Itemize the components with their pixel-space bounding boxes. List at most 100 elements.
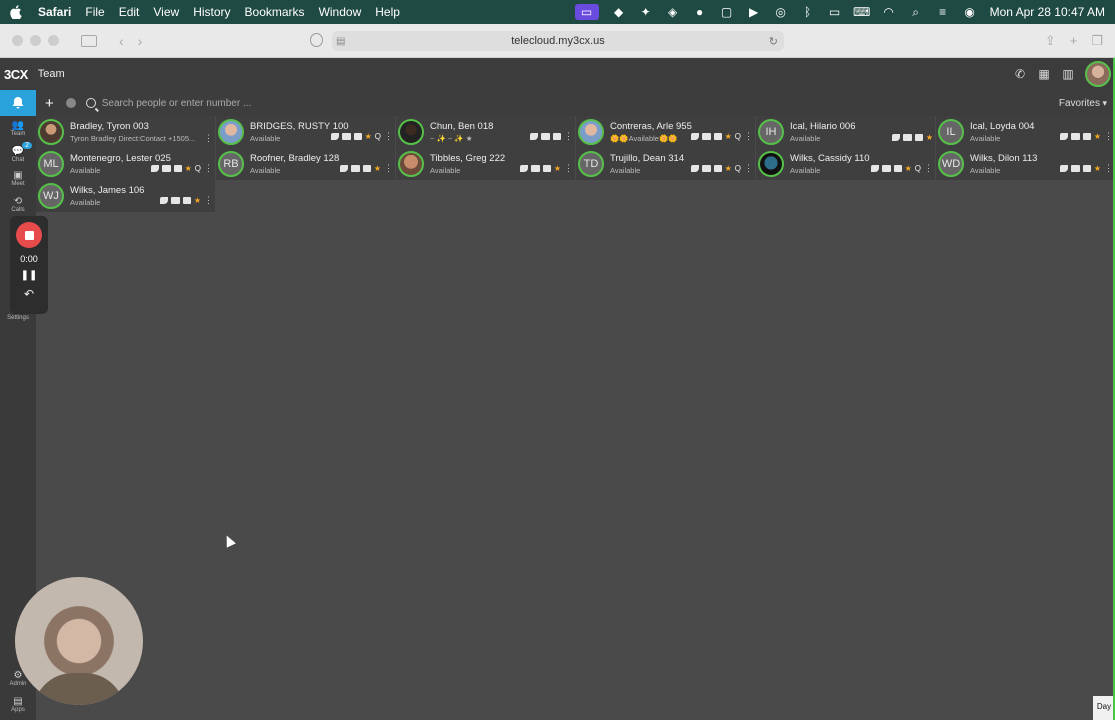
dropbox-icon[interactable]: ◆ — [612, 5, 626, 19]
rail-item-meet[interactable]: ▣ Meet — [0, 170, 36, 187]
menu-file[interactable]: File — [85, 5, 104, 19]
day-button[interactable]: Day — [1093, 696, 1115, 720]
call-icon[interactable] — [519, 165, 528, 172]
video-icon[interactable] — [881, 165, 891, 172]
contact-card[interactable]: Tibbles, Greg 222 Available ★ ⋮ — [396, 148, 575, 180]
call-icon[interactable] — [150, 165, 159, 172]
rail-item-team[interactable]: 👥 Team — [0, 120, 36, 137]
keyboard-icon[interactable]: ⌨ — [853, 5, 870, 19]
call-icon[interactable] — [870, 165, 879, 172]
pause-icon[interactable]: ❚❚ — [21, 270, 38, 281]
call-icon[interactable] — [690, 165, 699, 172]
video-icon[interactable] — [530, 165, 540, 172]
close-window-button[interactable] — [12, 35, 23, 46]
search-input[interactable] — [101, 97, 702, 109]
chat-icon[interactable] — [173, 165, 182, 172]
qr-code-icon[interactable]: ▦ — [1037, 67, 1051, 81]
webcam-overlay[interactable] — [15, 577, 143, 705]
rail-item-apps[interactable]: ▤ Apps — [0, 696, 36, 713]
video-icon[interactable] — [701, 133, 711, 140]
app-menu-safari[interactable]: Safari — [38, 5, 71, 19]
zoom-window-button[interactable] — [48, 35, 59, 46]
contact-card[interactable]: ML Montenegro, Lester 025 Available ★ Q ⋮ — [36, 148, 215, 180]
extension-icon[interactable]: ✦ — [639, 5, 653, 19]
contact-card[interactable]: Wilks, Cassidy 110 Available ★ Q ⋮ — [756, 148, 935, 180]
queue-icon[interactable]: Q — [735, 132, 741, 141]
display-icon[interactable]: ▢ — [720, 5, 734, 19]
menu-bookmarks[interactable]: Bookmarks — [245, 5, 305, 19]
call-icon[interactable] — [891, 134, 900, 141]
favorites-filter-dropdown[interactable]: Favorites — [1059, 98, 1107, 109]
favorite-star-icon[interactable]: ★ — [725, 164, 732, 173]
phone-icon[interactable]: ✆ — [1013, 67, 1027, 81]
contact-card[interactable]: WD Wilks, Dilon 113 Available ★ ⋮ — [936, 148, 1115, 180]
video-icon[interactable] — [341, 133, 351, 140]
video-icon[interactable] — [350, 165, 360, 172]
back-arrow-icon[interactable]: ‹ — [119, 33, 124, 49]
favorite-star-icon[interactable]: ★ — [905, 164, 912, 173]
chat-icon[interactable] — [1082, 165, 1091, 172]
more-options-icon[interactable]: ⋮ — [204, 133, 213, 144]
stop-recording-button[interactable] — [16, 222, 42, 248]
chat-icon[interactable] — [713, 133, 722, 140]
spotlight-search-icon[interactable]: ⌕ — [909, 5, 923, 19]
call-icon[interactable] — [1059, 133, 1068, 140]
play-icon[interactable]: ▶ — [747, 5, 761, 19]
more-options-icon[interactable]: ⋮ — [1104, 131, 1113, 142]
more-options-icon[interactable]: ⋮ — [564, 163, 573, 174]
new-tab-icon[interactable]: + — [1070, 33, 1078, 49]
call-icon[interactable] — [530, 133, 538, 140]
page-settings-icon[interactable]: ▤ — [336, 36, 345, 47]
forward-arrow-icon[interactable]: › — [138, 33, 143, 49]
queue-icon[interactable]: Q — [915, 164, 921, 173]
minimize-window-button[interactable] — [30, 35, 41, 46]
contact-card[interactable]: Bradley, Tyron 003 Tyron Bradley Direct:C… — [36, 116, 215, 148]
more-options-icon[interactable]: ⋮ — [384, 131, 393, 142]
battery-icon[interactable]: ▭ — [828, 5, 842, 19]
wifi-icon[interactable]: ◠ — [882, 5, 896, 19]
video-icon[interactable] — [1070, 165, 1080, 172]
contacts-book-icon[interactable]: ▥ — [1061, 67, 1075, 81]
presence-status-icon[interactable] — [65, 98, 76, 108]
siri-icon[interactable]: ◉ — [963, 5, 977, 19]
rail-item-chat[interactable]: 2 💬 Chat — [0, 142, 36, 163]
bluetooth-icon[interactable]: ᛒ — [801, 5, 815, 19]
control-center-icon[interactable]: ≡ — [936, 5, 950, 19]
contact-card[interactable]: Chun, Ben 018 ~ ✨ ~ ✨ ★ ⋮ — [396, 116, 575, 148]
call-icon[interactable] — [339, 165, 348, 172]
favorite-star-icon[interactable]: ★ — [926, 133, 933, 142]
contact-card[interactable]: WJ Wilks, James 106 Available ★ ⋮ — [36, 180, 215, 212]
cloud-icon[interactable]: ◈ — [666, 5, 680, 19]
rail-item-calls[interactable]: ⟲ Calls — [0, 196, 36, 213]
more-options-icon[interactable]: ⋮ — [204, 195, 213, 206]
favorite-star-icon[interactable]: ★ — [185, 164, 192, 173]
queue-icon[interactable]: Q — [195, 164, 201, 173]
contact-card[interactable]: IH Ical, Hilario 006 Available ★ — [756, 116, 935, 148]
chat-icon[interactable] — [713, 165, 722, 172]
user-avatar[interactable] — [1085, 61, 1111, 87]
queue-icon[interactable]: Q — [735, 164, 741, 173]
apple-icon[interactable] — [10, 5, 24, 19]
video-icon[interactable] — [161, 165, 171, 172]
contact-card[interactable]: RB Roofner, Bradley 128 Available ★ ⋮ — [216, 148, 395, 180]
more-options-icon[interactable]: ⋮ — [744, 163, 753, 174]
reload-icon[interactable]: ↻ — [769, 35, 778, 48]
menu-help[interactable]: Help — [375, 5, 400, 19]
favorite-star-icon[interactable]: ★ — [194, 196, 201, 205]
chat-icon[interactable] — [893, 165, 902, 172]
focus-icon[interactable]: ◎ — [774, 5, 788, 19]
user-icon[interactable]: ● — [693, 5, 707, 19]
menu-history[interactable]: History — [193, 5, 230, 19]
contact-card[interactable]: BRIDGES, RUSTY 100 Available ★ Q ⋮ — [216, 116, 395, 148]
more-options-icon[interactable]: ⋮ — [744, 131, 753, 142]
contact-card[interactable]: IL Ical, Loyda 004 Available ★ ⋮ — [936, 116, 1115, 148]
video-icon[interactable] — [902, 134, 912, 141]
favorite-star-icon[interactable]: ★ — [374, 164, 381, 173]
more-options-icon[interactable]: ⋮ — [564, 131, 573, 142]
favorite-star-icon[interactable]: ★ — [1094, 132, 1101, 141]
call-icon[interactable] — [690, 133, 699, 140]
more-options-icon[interactable]: ⋮ — [1104, 163, 1113, 174]
add-contact-button[interactable]: + — [45, 95, 54, 112]
chat-icon[interactable] — [542, 165, 551, 172]
queue-icon[interactable]: Q — [375, 132, 381, 141]
